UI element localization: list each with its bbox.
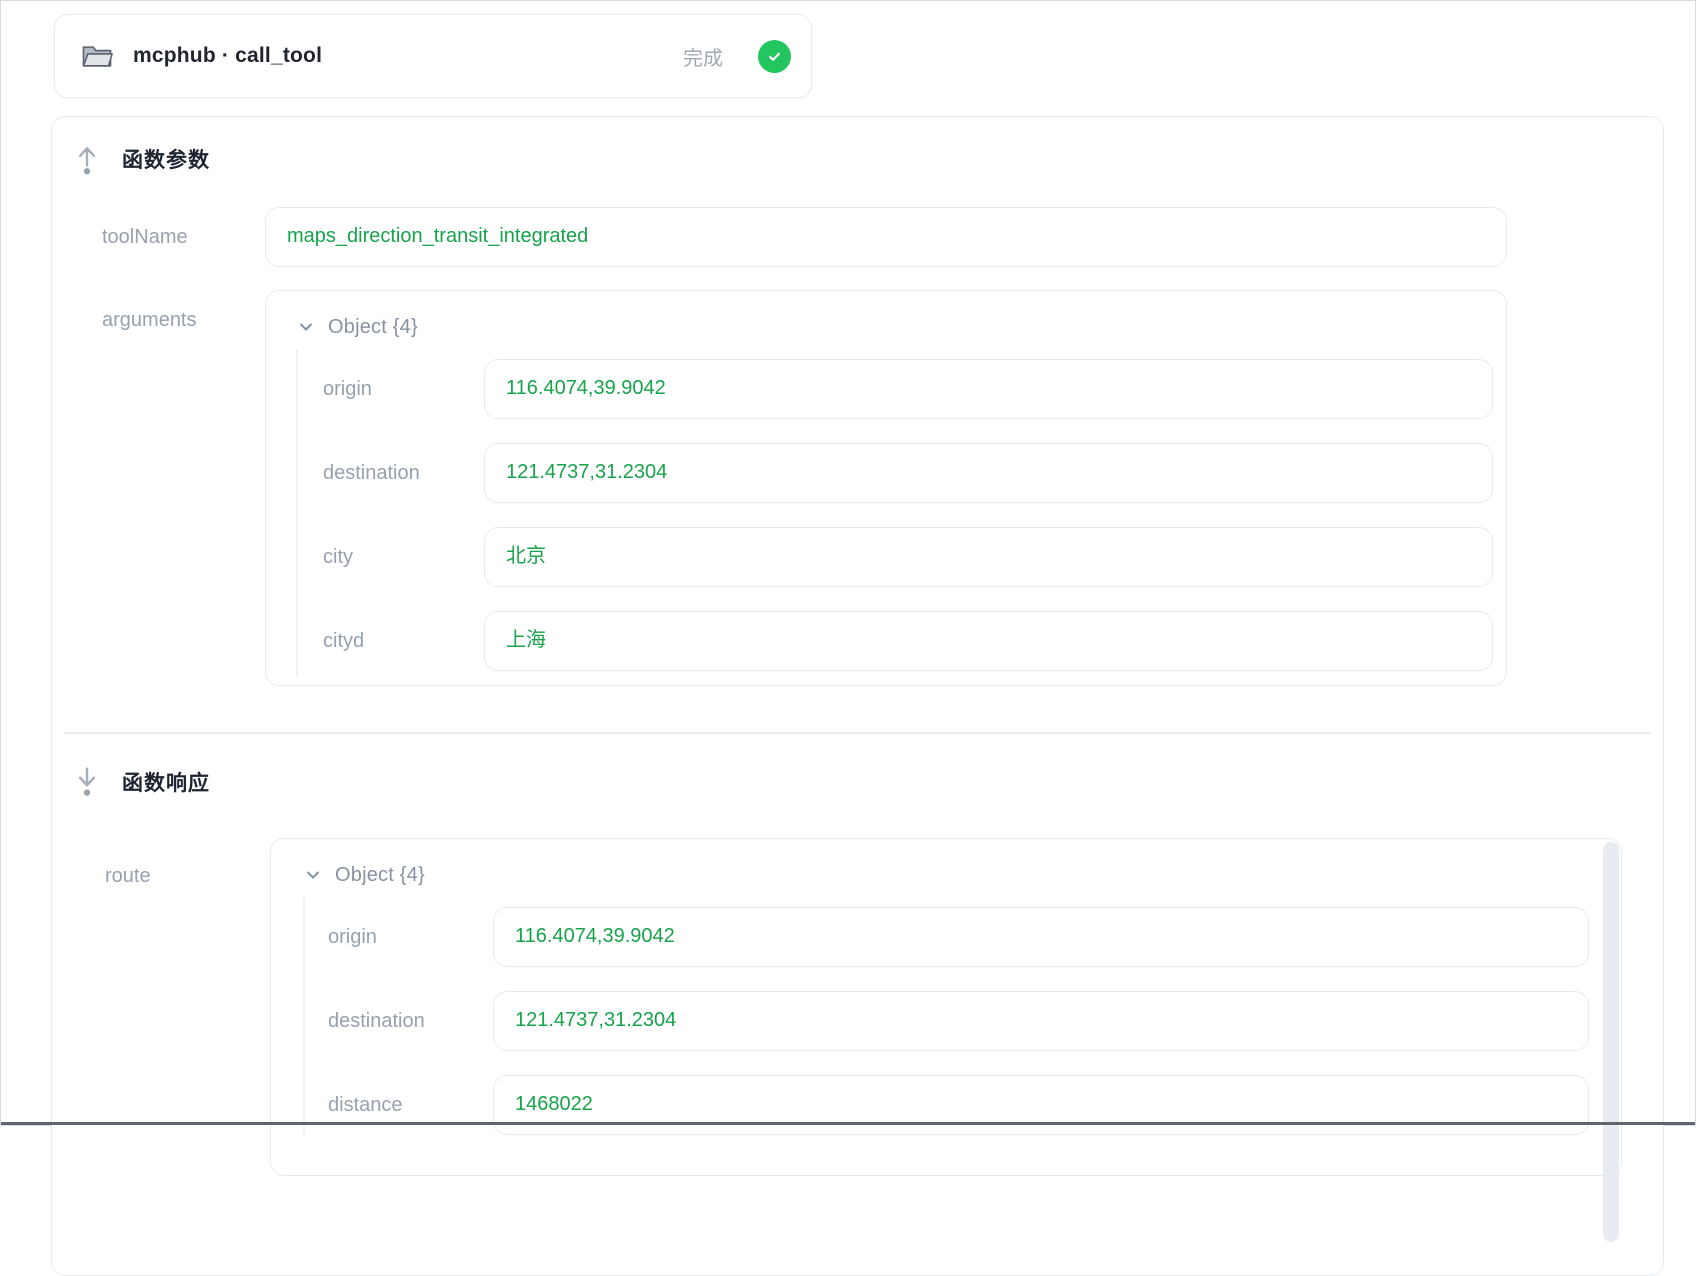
chevron-down-icon[interactable]	[303, 865, 323, 885]
vertical-scrollbar[interactable]	[1603, 842, 1619, 1242]
response-rows: route Object {4} origin 116.4074	[52, 838, 1663, 1176]
arg-key: destination	[323, 443, 484, 503]
route-label: route	[105, 838, 270, 906]
arg-row-city: city 北京	[323, 527, 1493, 587]
route-key: destination	[328, 991, 493, 1051]
screenshot-bottom-edge	[1, 1122, 1695, 1125]
check-circle-icon	[758, 40, 791, 73]
response-section-title: 函数响应	[122, 767, 210, 797]
tool-call-title: mcphub · call_tool	[133, 44, 663, 68]
status-text: 完成	[683, 42, 723, 71]
route-object-box: Object {4} origin 116.4074,39.9042 desti…	[270, 838, 1622, 1176]
tool-call-view: mcphub · call_tool 完成 函数参数 toolName	[0, 0, 1696, 1126]
field-row-toolname: toolName maps_direction_transit_integrat…	[102, 207, 1507, 267]
route-row-origin: origin 116.4074,39.9042	[328, 907, 1589, 967]
route-key: origin	[328, 907, 493, 967]
route-value[interactable]: 1468022	[493, 1075, 1589, 1135]
route-value[interactable]: 121.4737,31.2304	[493, 991, 1589, 1051]
arg-value[interactable]: 上海	[484, 611, 1493, 671]
arg-key: cityd	[323, 611, 484, 671]
arg-row-destination: destination 121.4737,31.2304	[323, 443, 1493, 503]
route-row-distance: distance 1468022	[328, 1075, 1589, 1135]
arg-value[interactable]: 116.4074,39.9042	[484, 359, 1493, 419]
arguments-object-label: Object {4}	[328, 316, 418, 339]
route-children: origin 116.4074,39.9042 destination 121.…	[303, 897, 1621, 1135]
params-section-title: 函数参数	[122, 144, 210, 174]
route-key: distance	[328, 1075, 493, 1135]
field-row-arguments: arguments Object {4} origin 116.	[102, 290, 1507, 686]
arg-row-cityd: cityd 上海	[323, 611, 1493, 671]
toolname-label: toolName	[102, 207, 265, 267]
arg-value[interactable]: 121.4737,31.2304	[484, 443, 1493, 503]
tool-call-header-card[interactable]: mcphub · call_tool 完成	[54, 14, 812, 98]
route-object-toggle[interactable]: Object {4}	[271, 853, 1621, 897]
arguments-label: arguments	[102, 290, 265, 350]
params-rows: toolName maps_direction_transit_integrat…	[52, 207, 1663, 686]
arguments-object-box: Object {4} origin 116.4074,39.9042 desti…	[265, 290, 1507, 686]
arg-key: city	[323, 527, 484, 587]
toolname-value[interactable]: maps_direction_transit_integrated	[265, 207, 1507, 267]
arrow-down-to-dot-icon	[74, 765, 100, 799]
route-object-label: Object {4}	[335, 864, 425, 887]
params-section-header: 函数参数	[74, 143, 1663, 175]
section-divider	[64, 732, 1651, 734]
arg-value[interactable]: 北京	[484, 527, 1493, 587]
arguments-children: origin 116.4074,39.9042 destination 121.…	[296, 349, 1493, 677]
chevron-down-icon[interactable]	[296, 317, 316, 337]
route-value[interactable]: 116.4074,39.9042	[493, 907, 1589, 967]
response-section-header: 函数响应	[74, 766, 1663, 798]
folder-icon	[81, 42, 113, 70]
route-row-destination: destination 121.4737,31.2304	[328, 991, 1589, 1051]
arguments-object-toggle[interactable]: Object {4}	[266, 305, 1493, 349]
arrow-up-from-dot-icon	[74, 142, 100, 176]
field-row-route: route Object {4} origin 116.4074	[105, 838, 1622, 1176]
arg-row-origin: origin 116.4074,39.9042	[323, 359, 1493, 419]
arg-key: origin	[323, 359, 484, 419]
tool-call-detail-panel: 函数参数 toolName maps_direction_transit_int…	[51, 116, 1664, 1276]
